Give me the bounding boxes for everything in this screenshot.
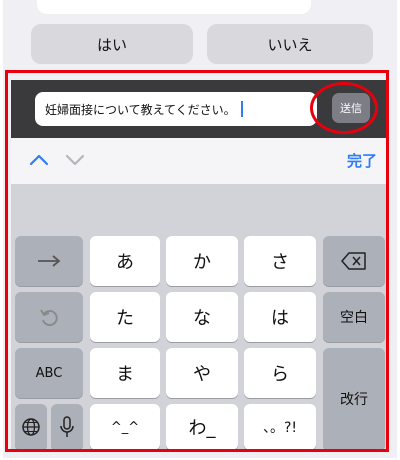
- japanese-kana-keyboard: ABC あ か さ た な は ま や ら ^_^ わ_ 、。?! 空白 改行: [11, 184, 389, 452]
- key-label: や: [193, 364, 211, 385]
- key-label: な: [193, 308, 211, 329]
- abc-key[interactable]: ABC: [15, 348, 83, 398]
- send-button[interactable]: 送信: [332, 93, 370, 123]
- key-punctuation[interactable]: 、。?!: [244, 404, 316, 450]
- message-input-bar: 妊婦面接について教えてください。 送信: [11, 80, 389, 138]
- microphone-key[interactable]: [51, 404, 83, 450]
- chevron-down-icon[interactable]: [63, 146, 87, 174]
- quick-reply-no-label: いいえ: [267, 35, 313, 54]
- key-ha[interactable]: は: [244, 292, 316, 342]
- quick-reply-yes-button[interactable]: はい: [31, 24, 193, 64]
- chat-bubble-partial: [37, 0, 311, 14]
- key-label: か: [193, 252, 211, 273]
- text-cursor: [240, 101, 243, 117]
- done-button[interactable]: 完了: [347, 150, 377, 171]
- key-ra[interactable]: ら: [244, 348, 316, 398]
- backspace-icon: [341, 252, 366, 270]
- space-key[interactable]: 空白: [323, 292, 385, 342]
- key-a[interactable]: あ: [90, 236, 160, 286]
- message-input-text: 妊婦面接について教えてください。: [45, 102, 236, 117]
- quick-reply-no-button[interactable]: いいえ: [207, 24, 373, 64]
- key-label: ^_^: [110, 419, 140, 435]
- key-ta[interactable]: た: [90, 292, 160, 342]
- key-label: 、。?!: [262, 420, 298, 436]
- microphone-icon: [60, 416, 74, 437]
- key-label: た: [116, 308, 134, 329]
- key-sa[interactable]: さ: [244, 236, 316, 286]
- key-label: ま: [116, 364, 134, 385]
- space-key-label: 空白: [340, 310, 368, 326]
- key-ka[interactable]: か: [166, 236, 238, 286]
- delete-key[interactable]: [323, 236, 385, 286]
- send-button-label: 送信: [340, 102, 362, 115]
- chevron-up-icon[interactable]: [27, 146, 51, 174]
- return-key[interactable]: 改行: [323, 348, 385, 450]
- keyboard-accessory-bar: 完了: [11, 138, 389, 184]
- key-na[interactable]: な: [166, 292, 238, 342]
- app-screen: はい いいえ 妊婦面接について教えてください。 送信 完了 ABC あ か さ …: [3, 0, 397, 458]
- key-wa[interactable]: わ_: [166, 404, 238, 450]
- key-ma[interactable]: ま: [90, 348, 160, 398]
- key-label: あ: [116, 252, 134, 273]
- key-ya[interactable]: や: [166, 348, 238, 398]
- return-key-label: 改行: [340, 392, 368, 408]
- abc-key-label: ABC: [35, 365, 63, 381]
- message-input[interactable]: 妊婦面接について教えてください。: [35, 92, 317, 126]
- quick-reply-yes-label: はい: [96, 35, 127, 54]
- key-label: ら: [271, 364, 289, 385]
- key-label: は: [271, 308, 289, 329]
- arrow-right-key[interactable]: [15, 236, 83, 286]
- key-label: さ: [271, 252, 289, 273]
- globe-key[interactable]: [15, 404, 47, 450]
- key-label: わ_: [188, 418, 216, 439]
- key-emoticon[interactable]: ^_^: [90, 404, 160, 450]
- undo-key[interactable]: [15, 292, 83, 342]
- globe-icon: [22, 418, 40, 436]
